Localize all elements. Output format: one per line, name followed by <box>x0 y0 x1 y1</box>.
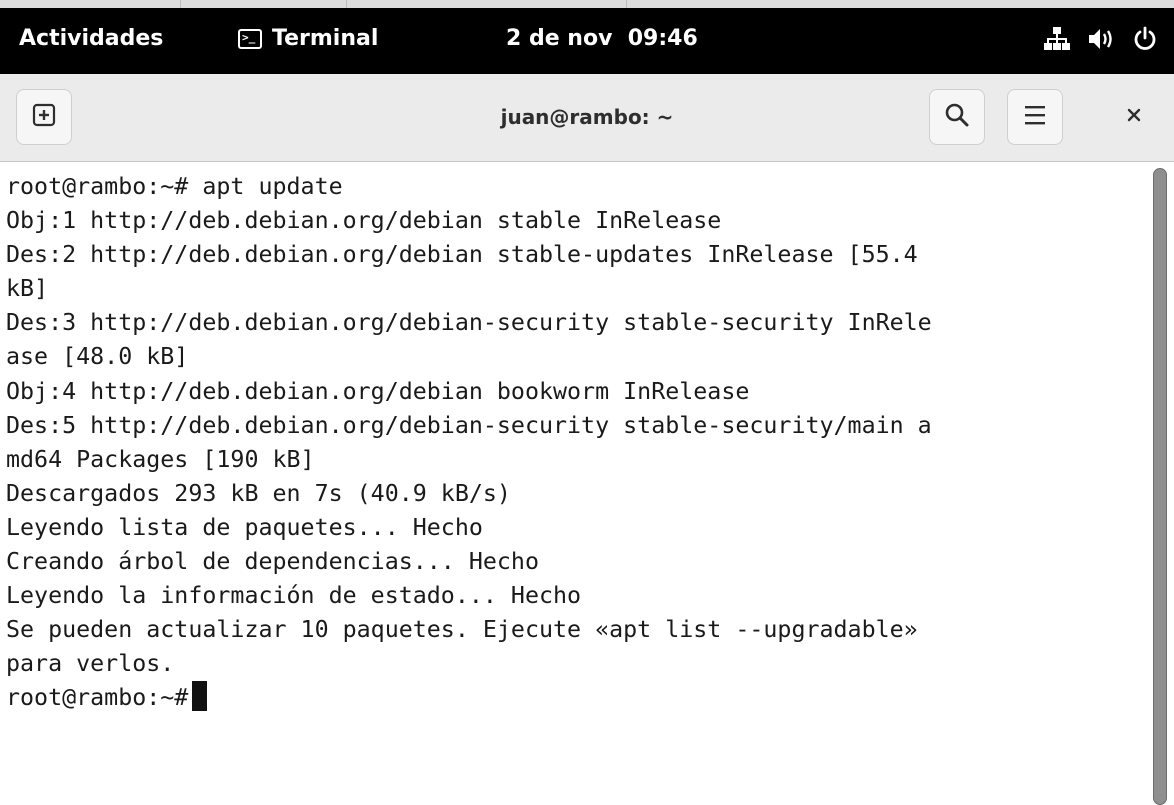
activities-button[interactable]: Actividades <box>19 26 163 51</box>
top-bar: Actividades >_ Terminal 2 de nov 09:46 <box>0 8 1174 74</box>
close-window-button[interactable] <box>1112 89 1156 145</box>
terminal-line: Leyendo lista de paquetes... Hecho <box>6 513 483 541</box>
window-title: juan@rambo: ~ <box>500 105 674 129</box>
terminal-line: Se pueden actualizar 10 paquetes. Ejecut… <box>6 616 918 644</box>
terminal-line: Des:2 http://deb.debian.org/debian stabl… <box>6 241 918 269</box>
volume-icon <box>1086 22 1116 56</box>
terminal-prompt-line: root@rambo:~# <box>6 681 1146 715</box>
network-icon <box>1042 22 1072 56</box>
main-menu-button[interactable] <box>1007 89 1063 145</box>
terminal-line: Des:5 http://deb.debian.org/debian-secur… <box>6 411 932 439</box>
terminal-view[interactable]: root@rambo:~# apt update Obj:1 http://deb… <box>0 162 1174 805</box>
terminal-line: para verlos. <box>6 650 175 678</box>
new-tab-icon <box>32 103 56 132</box>
terminal-line: root@rambo:~# apt update <box>6 173 343 200</box>
new-tab-button[interactable] <box>16 89 72 145</box>
terminal-line: Des:3 http://deb.debian.org/debian-secur… <box>6 309 932 337</box>
terminal-scrollbar[interactable] <box>1153 168 1167 805</box>
terminal-line: Obj:1 http://deb.debian.org/debian stabl… <box>6 207 722 235</box>
app-menu[interactable]: >_ Terminal <box>238 26 378 51</box>
terminal-line: Leyendo la información de estado... Hech… <box>6 582 582 610</box>
clock[interactable]: 2 de nov 09:46 <box>506 26 698 51</box>
terminal-prompt: root@rambo:~# <box>6 684 189 712</box>
background-window-strip <box>0 0 1174 8</box>
app-menu-label: Terminal <box>272 26 379 51</box>
terminal-line: Descargados 293 kB en 7s (40.9 kB/s) <box>6 479 511 507</box>
terminal-headerbar: juan@rambo: ~ <box>0 74 1174 162</box>
power-icon <box>1130 22 1160 56</box>
search-button[interactable] <box>929 89 985 145</box>
terminal-line: Obj:4 http://deb.debian.org/debian bookw… <box>6 377 750 405</box>
terminal-line: Creando árbol de dependencias... Hecho <box>6 548 539 576</box>
hamburger-menu-icon <box>1023 104 1047 131</box>
terminal-line: md64 Packages [190 kB] <box>6 445 315 473</box>
desktop-screen: Actividades >_ Terminal 2 de nov 09:46 j… <box>0 0 1174 805</box>
close-icon <box>1127 108 1141 127</box>
terminal-cursor <box>192 681 208 712</box>
terminal-app-icon: >_ <box>238 28 262 49</box>
search-icon <box>944 102 970 133</box>
terminal-output: root@rambo:~# apt update Obj:1 http://deb… <box>6 170 1146 716</box>
terminal-line: ase [48.0 kB] <box>6 343 189 371</box>
system-tray[interactable] <box>1042 22 1160 56</box>
terminal-line: kB] <box>6 275 49 303</box>
